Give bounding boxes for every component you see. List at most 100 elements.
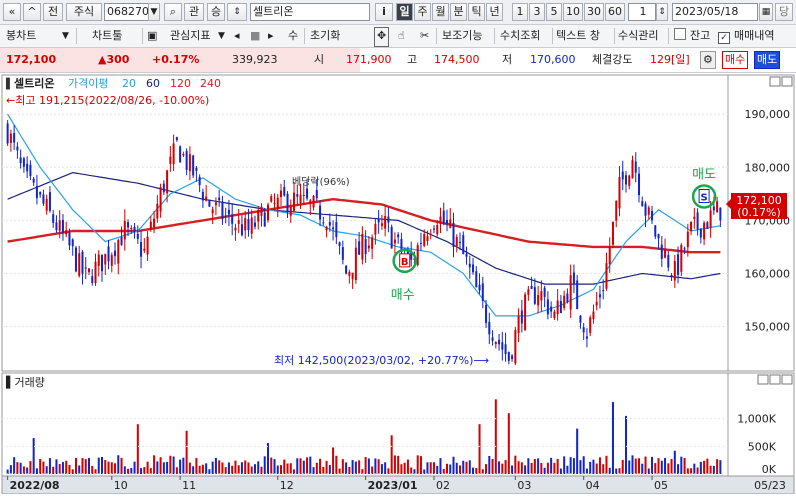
candle-body: [436, 225, 439, 235]
candle-chart-button[interactable]: 봉차트: [6, 27, 36, 45]
price-chart-svg[interactable]: 190,000180,000170,000160,000150,000 1,00…: [0, 73, 796, 495]
volume-bar: [293, 469, 296, 474]
indicator-dropdown-icon[interactable]: ▼: [218, 27, 225, 45]
period-tab-1[interactable]: 주: [414, 3, 431, 21]
interval-tab-4[interactable]: 30: [584, 3, 604, 21]
calendar-icon[interactable]: ▦: [759, 3, 773, 21]
vol-close-icon[interactable]: [781, 374, 793, 385]
volume-bar: [387, 468, 390, 474]
volume-bar: [712, 465, 715, 474]
interval-tab-2[interactable]: 5: [546, 3, 562, 21]
volume-bar: [188, 462, 191, 474]
candle-body: [159, 187, 162, 212]
volume-bar: [400, 464, 403, 474]
panel-close-icon[interactable]: [781, 76, 793, 87]
candle-body: [699, 228, 702, 238]
volume-bar: [319, 458, 322, 474]
quote-bar: 172,100 ▲300 +0.17% 339,923 시 171,900 고 …: [0, 48, 796, 73]
volume-bar: [589, 461, 592, 474]
aux-function-button[interactable]: 보조기능: [442, 27, 482, 45]
candle-body: [566, 293, 569, 302]
volume-bar: [296, 458, 299, 474]
buy-order-button[interactable]: 매수: [722, 51, 749, 69]
count-spin-icon[interactable]: ⇕: [656, 3, 668, 21]
interval-tab-1[interactable]: 3: [529, 3, 545, 21]
main-toolbar: « ^ 전 주식 068270 ▼ ⌕ 관 승 ⇕ 셀트리온 i 일주월분틱년 …: [0, 0, 796, 25]
candle-body: [524, 294, 527, 331]
volume-bar: [514, 455, 517, 474]
candle-body: [244, 218, 247, 231]
value-query-button[interactable]: 수치조회: [500, 27, 540, 45]
numeric-button[interactable]: 수: [288, 27, 298, 45]
stock-name-field[interactable]: 셀트리온: [250, 3, 370, 21]
hand-icon[interactable]: ☝: [398, 27, 405, 45]
up-arrow-button[interactable]: ^: [23, 3, 41, 21]
candle-body: [39, 192, 42, 195]
candle-body: [143, 248, 146, 251]
period-tab-0[interactable]: 일: [396, 3, 413, 21]
interval-tab-3[interactable]: 10: [563, 3, 583, 21]
indicator-button[interactable]: 관심지표: [170, 27, 210, 45]
count-input[interactable]: 1: [628, 3, 656, 21]
prev-symbol-button[interactable]: «: [3, 3, 21, 21]
save-icon[interactable]: ▣: [147, 27, 157, 45]
candle-body: [172, 143, 175, 165]
scroll-left-icon[interactable]: ◂: [234, 27, 240, 45]
volume-bar: [130, 468, 133, 474]
candle-body: [696, 212, 699, 230]
date-input[interactable]: 2023/05/18: [672, 3, 758, 21]
candle-body: [393, 239, 396, 244]
sell-order-button[interactable]: 매도: [754, 51, 781, 69]
scroll-right-icon[interactable]: ▸: [268, 27, 274, 45]
candle-body: [644, 203, 647, 216]
volume-bar: [416, 455, 419, 474]
period-tab-2[interactable]: 월: [432, 3, 449, 21]
interval-tab-0[interactable]: 1: [512, 3, 528, 21]
period-tab-3[interactable]: 분: [450, 3, 467, 21]
vol-max-icon[interactable]: [769, 374, 781, 385]
code-dropdown-icon[interactable]: ▼: [148, 3, 160, 21]
candle-body: [227, 209, 230, 215]
candle-body: [325, 226, 328, 231]
chart-area[interactable]: 190,000 180,000 170,000 160,000 150,000 1,00…: [0, 73, 796, 495]
candle-body: [475, 271, 478, 288]
stop-icon[interactable]: ■: [250, 27, 260, 45]
info-button[interactable]: i: [375, 3, 393, 21]
text-window-button[interactable]: 텍스트 창: [556, 27, 600, 45]
market-type-select[interactable]: 주식: [66, 3, 102, 21]
period-tab-5[interactable]: 년: [486, 3, 503, 21]
scissors-icon[interactable]: ✂: [420, 27, 429, 45]
candle-body: [348, 272, 351, 277]
candle-body: [703, 222, 706, 240]
candle-body: [84, 267, 87, 269]
volume-bar: [351, 460, 354, 474]
search-icon[interactable]: ⌕: [164, 3, 182, 21]
move-cross-icon[interactable]: ✥: [374, 27, 390, 47]
vol-panel-icon[interactable]: [757, 374, 769, 385]
chart-tools-button[interactable]: 차트툴: [92, 27, 122, 45]
volume-bar: [592, 459, 595, 474]
stepper-icon[interactable]: ⇕: [227, 3, 247, 21]
interval-tab-5[interactable]: 60: [605, 3, 625, 21]
settings-gear-icon[interactable]: ⚙: [700, 51, 716, 69]
volume-bar: [71, 469, 74, 474]
volume-bar: [107, 461, 110, 474]
formula-button[interactable]: 수식관리: [618, 27, 658, 45]
volume-bar: [559, 468, 562, 474]
candle-body: [527, 289, 530, 295]
updown-button[interactable]: 승: [207, 3, 225, 21]
reset-button[interactable]: 초기화: [310, 27, 340, 45]
period-tab-4[interactable]: 틱: [468, 3, 485, 21]
balance-checkbox[interactable]: [674, 27, 686, 45]
market-toggle-button[interactable]: 전: [43, 3, 63, 21]
candle-body: [576, 280, 579, 310]
volume-bar: [611, 402, 614, 474]
panel-max-icon[interactable]: [769, 76, 781, 87]
candle-dropdown-icon[interactable]: ▼: [62, 27, 69, 45]
volume-bar: [123, 466, 126, 474]
candle-body: [91, 276, 94, 283]
trade-history-checkbox[interactable]: ✓: [718, 27, 730, 45]
end-date-button[interactable]: 당: [775, 3, 793, 21]
volume-bar: [299, 458, 302, 474]
relation-button[interactable]: 관: [184, 3, 204, 21]
